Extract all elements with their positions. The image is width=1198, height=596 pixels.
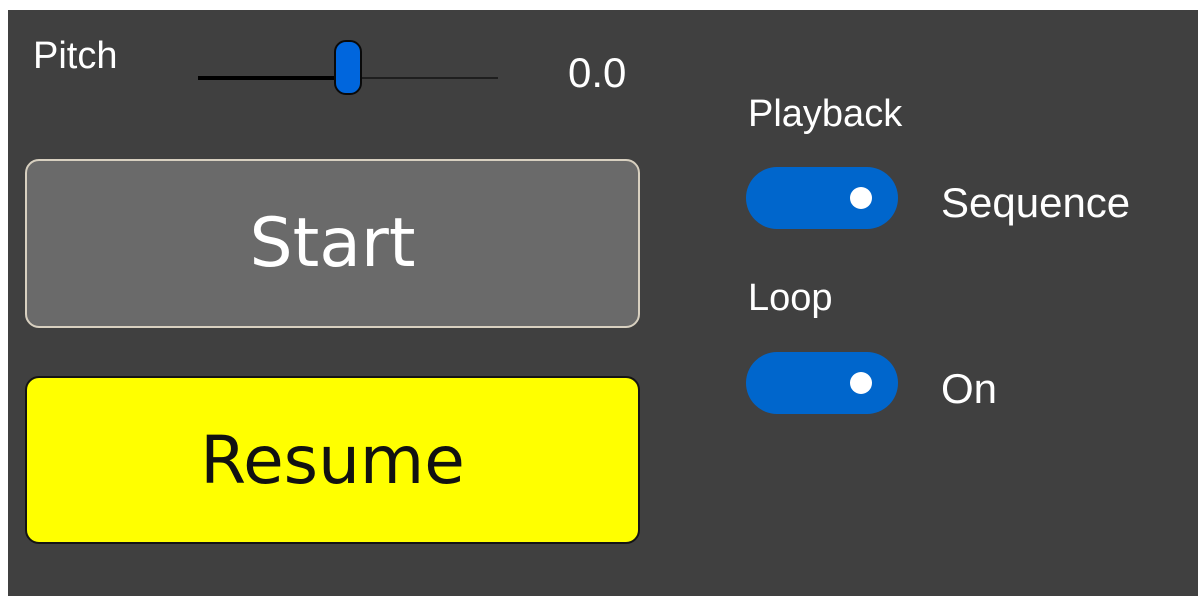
slider-thumb[interactable]	[334, 40, 362, 95]
playback-toggle[interactable]	[746, 167, 898, 229]
playback-toggle-text: Sequence	[941, 179, 1131, 226]
resume-button[interactable]: Resume	[25, 376, 640, 544]
slider-fill	[198, 76, 348, 80]
pitch-value: 0.0	[568, 49, 627, 96]
toggle-knob	[850, 187, 872, 209]
loop-toggle[interactable]	[746, 352, 898, 414]
loop-toggle-text: On	[941, 365, 998, 412]
loop-label: Loop	[748, 277, 833, 319]
pitch-slider[interactable]	[198, 40, 498, 96]
toggle-knob	[850, 372, 872, 394]
control-panel: Pitch 0.0 Start Resume Playback Sequence…	[8, 10, 1198, 596]
playback-label: Playback	[748, 93, 903, 135]
start-button[interactable]: Start	[25, 159, 640, 328]
pitch-label: Pitch	[33, 35, 118, 77]
